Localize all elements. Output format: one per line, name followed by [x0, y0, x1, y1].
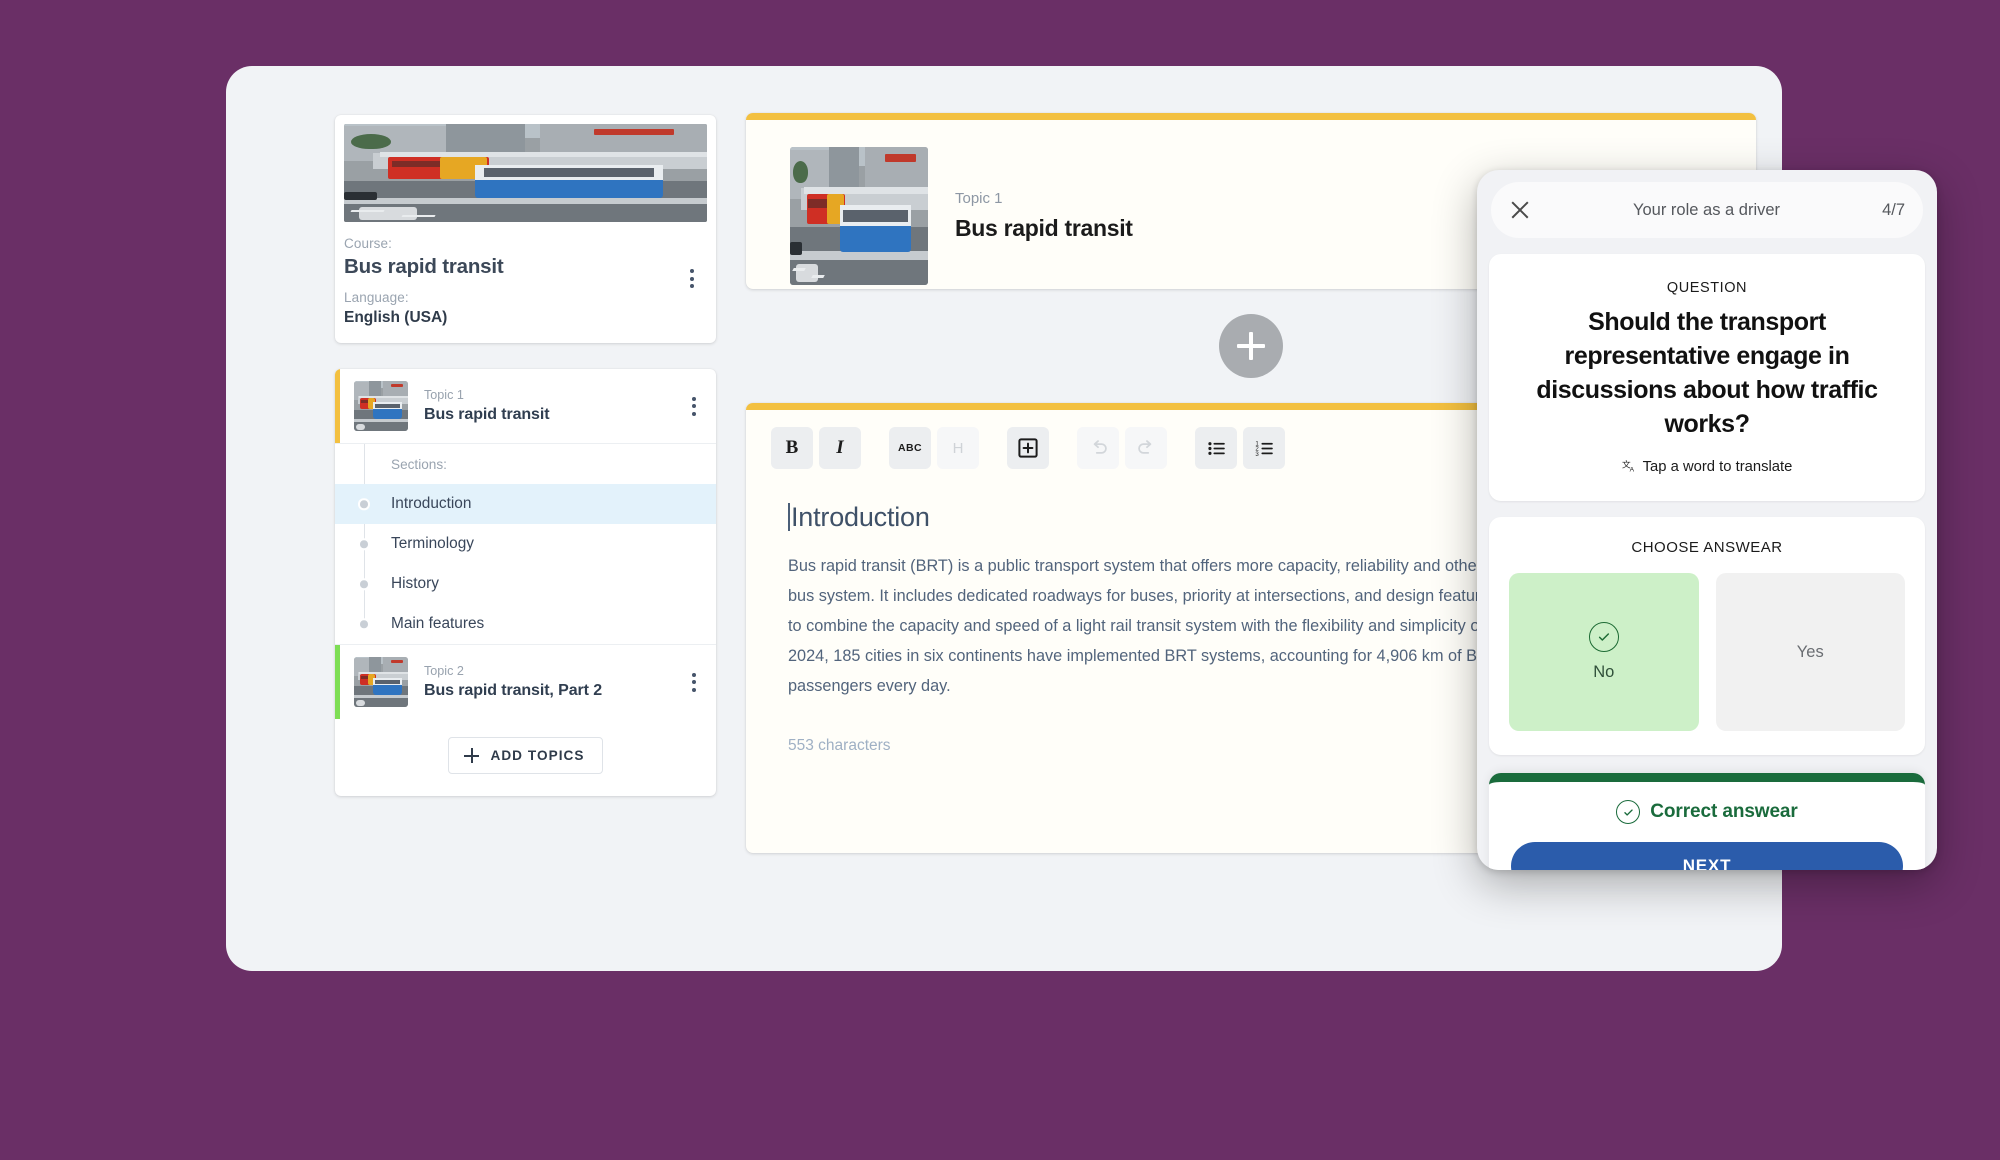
- course-label: Course:: [344, 236, 392, 251]
- next-button-label: NEXT: [1682, 856, 1732, 870]
- bullet-list-icon: [1207, 441, 1225, 455]
- topic-row-1[interactable]: Topic 1 Bus rapid transit: [335, 369, 716, 443]
- plus-square-icon: [1018, 438, 1038, 458]
- language-label: Language:: [344, 290, 409, 305]
- section-dot-icon: [358, 538, 370, 550]
- brt-photo: [344, 124, 707, 222]
- translate-hint-label: Tap a word to translate: [1642, 459, 1793, 475]
- topic-1-title: Bus rapid transit: [424, 405, 550, 423]
- answer-label: Yes: [1796, 642, 1824, 661]
- sections-label: Sections:: [391, 457, 447, 472]
- quiz-progress: 4/7: [1882, 200, 1905, 219]
- topic-2-eyebrow: Topic 2: [424, 663, 464, 678]
- add-topics-button[interactable]: ADD TOPICS: [448, 737, 603, 774]
- topic-1-kebab-menu-icon[interactable]: [684, 393, 704, 419]
- heading-button[interactable]: H: [937, 427, 979, 469]
- question-text[interactable]: Should the transport representative enga…: [1511, 305, 1903, 441]
- topic-header-eyebrow: Topic 1: [955, 190, 1003, 207]
- svg-text:A: A: [1629, 467, 1634, 474]
- redo-button[interactable]: [1125, 427, 1167, 469]
- topic-row-2[interactable]: Topic 2 Bus rapid transit, Part 2: [335, 645, 716, 719]
- bold-button[interactable]: B: [771, 427, 813, 469]
- left-sidebar: Course: Bus rapid transit Language: Engl…: [335, 115, 716, 796]
- section-dot-icon: [358, 498, 370, 510]
- topics-card: Topic 1 Bus rapid transit Sections: Intr…: [335, 369, 716, 796]
- undo-icon: [1093, 439, 1107, 454]
- check-circle-icon: [1588, 622, 1619, 652]
- answers-card: CHOOSE ANSWEAR No Yes: [1489, 517, 1925, 755]
- section-label: Introduction: [391, 495, 472, 512]
- add-block-button[interactable]: [1219, 314, 1283, 378]
- spellcheck-button[interactable]: ABC: [889, 427, 931, 469]
- answer-label: No: [1593, 663, 1615, 681]
- close-icon[interactable]: [1509, 199, 1531, 221]
- language-value: English (USA): [344, 309, 448, 326]
- plus-icon: [464, 748, 480, 763]
- topic-1-thumbnail: [354, 381, 408, 431]
- section-label: Main features: [391, 615, 485, 632]
- translate-icon: 文 A: [1622, 459, 1635, 474]
- section-item-terminology[interactable]: Terminology: [335, 524, 716, 564]
- quiz-topbar: Your role as a driver 4/7: [1491, 182, 1923, 238]
- topic-2-thumbnail: [354, 657, 408, 707]
- answer-option-yes[interactable]: Yes: [1715, 573, 1905, 731]
- bullet-list-button[interactable]: [1195, 427, 1237, 469]
- result-text: Correct answear: [1650, 801, 1798, 822]
- section-item-history[interactable]: History: [335, 564, 716, 604]
- question-eyebrow: QUESTION: [1666, 280, 1748, 296]
- translate-hint[interactable]: 文 A Tap a word to translate: [1511, 459, 1903, 475]
- sections-list: Sections: Introduction Terminology Histo…: [335, 443, 716, 644]
- insert-block-button[interactable]: [1007, 427, 1049, 469]
- numbered-list-icon: 1 2 3: [1255, 440, 1273, 457]
- section-label: Terminology: [391, 535, 474, 552]
- topic-1-eyebrow: Topic 1: [424, 387, 464, 402]
- question-card: QUESTION Should the transport representa…: [1489, 254, 1925, 501]
- section-dot-icon: [358, 618, 370, 630]
- result-card: Correct answear NEXT: [1489, 773, 1925, 870]
- course-kebab-menu-icon[interactable]: [682, 266, 702, 292]
- italic-button[interactable]: I: [819, 427, 861, 469]
- course-card: Course: Bus rapid transit Language: Engl…: [335, 115, 716, 343]
- next-button[interactable]: NEXT: [1511, 842, 1903, 870]
- section-label: History: [391, 575, 439, 592]
- quiz-title: Your role as a driver: [1633, 200, 1781, 219]
- course-meta: Course: Bus rapid transit Language: Engl…: [335, 222, 716, 335]
- add-topics-label: ADD TOPICS: [490, 748, 585, 763]
- section-dot-icon: [358, 578, 370, 590]
- section-item-main-features[interactable]: Main features: [335, 604, 716, 644]
- section-item-introduction[interactable]: Introduction: [335, 484, 716, 524]
- numbered-list-button[interactable]: 1 2 3: [1243, 427, 1285, 469]
- topic-header-thumbnail: [790, 147, 928, 285]
- topic-header-title: Bus rapid transit: [955, 215, 1133, 241]
- topic-2-title: Bus rapid transit, Part 2: [424, 681, 602, 699]
- quiz-panel: Your role as a driver 4/7 QUESTION Shoul…: [1477, 170, 1937, 870]
- undo-button[interactable]: [1077, 427, 1119, 469]
- topic-2-kebab-menu-icon[interactable]: [684, 669, 704, 695]
- check-circle-icon: [1616, 800, 1641, 824]
- redo-icon: [1137, 439, 1151, 454]
- answers-heading: CHOOSE ANSWEAR: [1631, 539, 1783, 556]
- svg-text:3: 3: [1255, 450, 1259, 457]
- course-thumbnail: [344, 124, 707, 222]
- course-name: Bus rapid transit: [344, 255, 504, 278]
- answer-option-no[interactable]: No: [1509, 573, 1699, 731]
